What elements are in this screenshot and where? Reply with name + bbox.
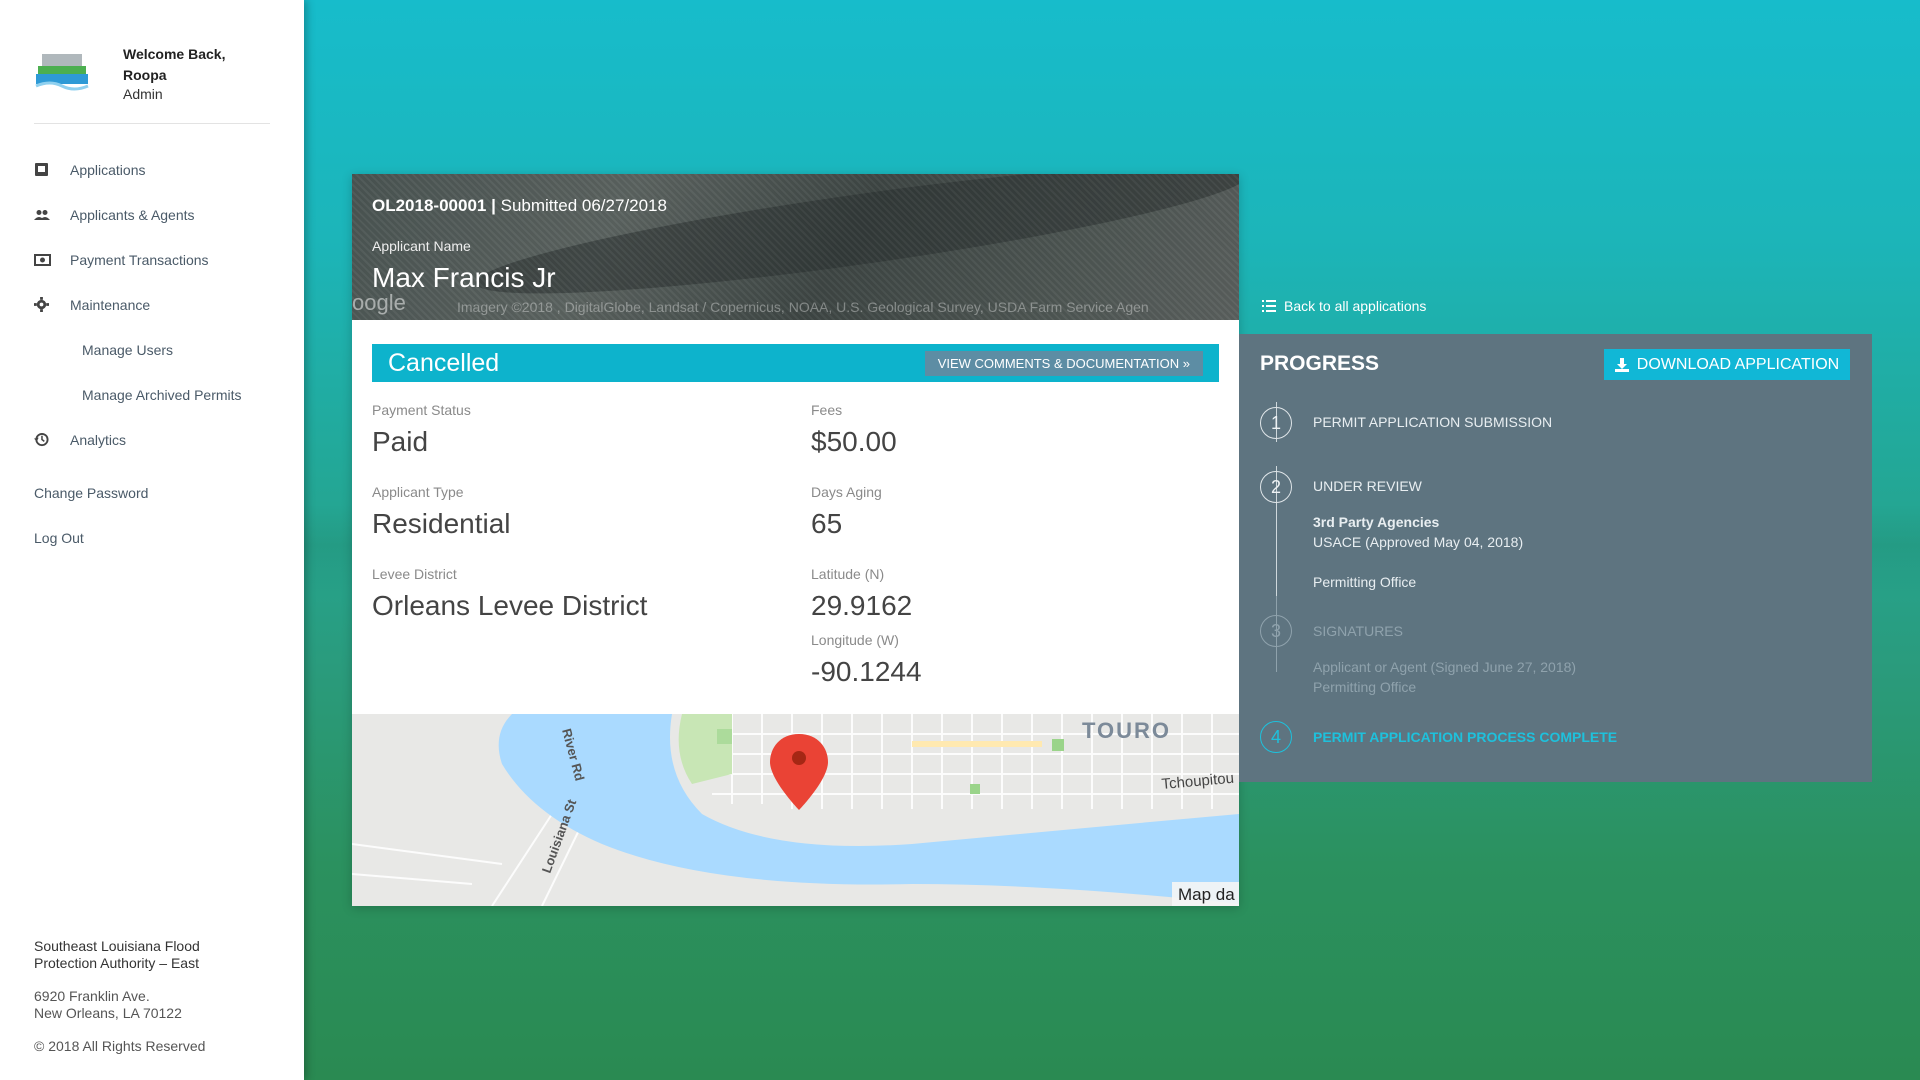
change-password-link[interactable]: Change Password <box>34 470 284 515</box>
field-label: Levee District <box>372 566 457 582</box>
welcome-text: Welcome Back, Roopa <box>123 44 225 86</box>
user-name: Roopa <box>123 67 167 83</box>
step-2-usace: USACE (Approved May 04, 2018) <box>1313 534 1524 550</box>
sidebar: Welcome Back, Roopa Admin Applications A… <box>0 0 304 1080</box>
step-3-title: SIGNATURES <box>1313 623 1403 639</box>
applicant-name-label: Applicant Name <box>372 238 471 254</box>
id-separator: | <box>491 196 496 215</box>
field-label: Longitude (W) <box>811 632 899 648</box>
step-2-subtitle: 3rd Party Agencies <box>1313 514 1440 530</box>
fees-field: Fees $50.00 <box>811 402 897 458</box>
step-4-circle: 4 <box>1260 721 1292 753</box>
field-value: 29.9162 <box>811 590 913 621</box>
step-1-circle: 1 <box>1260 407 1292 439</box>
field-value: -90.1244 <box>811 656 922 687</box>
organization-logo <box>35 54 89 91</box>
submitted-date: Submitted 06/27/2018 <box>500 196 667 215</box>
days-aging-field: Days Aging 65 <box>811 484 882 540</box>
latitude-field: Latitude (N) 29.9162 <box>811 566 912 622</box>
address-line2: New Orleans, LA 70122 <box>34 1005 182 1021</box>
nav-manage-archived-permits[interactable]: Manage Archived Permits <box>34 372 284 417</box>
logout-link[interactable]: Log Out <box>34 515 284 560</box>
nav-applications[interactable]: Applications <box>34 147 284 192</box>
nav-payment-transactions[interactable]: Payment Transactions <box>34 237 284 282</box>
field-label: Latitude (N) <box>811 566 885 582</box>
application-status: Cancelled <box>388 349 500 377</box>
progress-panel: PROGRESS DOWNLOAD APPLICATION 1 PERMIT A… <box>1239 334 1872 782</box>
back-to-applications-link[interactable]: Back to all applications <box>1262 298 1426 314</box>
user-role: Admin <box>123 86 163 102</box>
download-label: DOWNLOAD APPLICATION <box>1636 355 1840 373</box>
satellite-header: oogle Imagery ©2018 , DigitalGlobe, Land… <box>352 174 1239 320</box>
field-value: $50.00 <box>811 426 897 457</box>
step-3-circle: 3 <box>1260 615 1292 647</box>
nav-analytics[interactable]: Analytics <box>34 417 284 462</box>
nav-applicants-agents[interactable]: Applicants & Agents <box>34 192 284 237</box>
field-value: Residential <box>372 508 511 539</box>
copyright: © 2018 All Rights Reserved <box>34 1038 206 1054</box>
download-application-button[interactable]: DOWNLOAD APPLICATION <box>1604 349 1850 380</box>
step-4-title: PERMIT APPLICATION PROCESS COMPLETE <box>1313 729 1618 745</box>
nav-label: Maintenance <box>70 296 151 313</box>
application-id: OL2018-00001 <box>372 196 487 215</box>
step-2-permitting-office: Permitting Office <box>1313 574 1417 590</box>
progress-title: PROGRESS <box>1260 352 1380 375</box>
step-2-circle: 2 <box>1260 471 1292 503</box>
download-icon <box>1614 357 1629 372</box>
field-label: Payment Status <box>372 402 471 418</box>
field-value: Paid <box>372 426 429 457</box>
money-icon <box>34 253 70 266</box>
applicant-type-field: Applicant Type Residential <box>372 484 511 540</box>
field-value: 65 <box>811 508 843 539</box>
sidebar-footer: Southeast Louisiana Flood Protection Aut… <box>34 938 284 1055</box>
address-line1: 6920 Franklin Ave. <box>34 988 150 1004</box>
field-label: Days Aging <box>811 484 882 500</box>
nav-label: Applications <box>70 161 146 178</box>
nav-label: Payment Transactions <box>70 251 209 268</box>
view-comments-button[interactable]: VIEW COMMENTS & DOCUMENTATION » <box>924 351 1203 376</box>
map-credit: Map da <box>1178 885 1235 904</box>
nav-manage-users[interactable]: Manage Users <box>34 327 284 372</box>
application-id-line: OL2018-00001 | Submitted 06/27/2018 <box>372 196 667 216</box>
user-block: Welcome Back, Roopa Admin <box>34 44 270 124</box>
step-3-permitting-office: Permitting Office <box>1313 679 1417 695</box>
org-name-line2: Protection Authority – East <box>34 955 199 971</box>
users-icon <box>34 209 70 221</box>
application-card: oogle Imagery ©2018 , DigitalGlobe, Land… <box>352 174 1239 906</box>
nav-maintenance[interactable]: Maintenance <box>34 282 284 327</box>
org-address: 6920 Franklin Ave. New Orleans, LA 70122 <box>34 988 284 1022</box>
map-label-touro: TOURO <box>1082 718 1171 743</box>
applications-icon <box>34 162 70 177</box>
gear-icon <box>34 297 70 312</box>
org-name-line1: Southeast Louisiana Flood <box>34 938 200 954</box>
imagery-credit: Imagery ©2018 , DigitalGlobe, Landsat / … <box>457 299 1149 315</box>
field-label: Fees <box>811 402 843 418</box>
nav-label: Analytics <box>70 431 127 448</box>
step-2-title: UNDER REVIEW <box>1313 478 1422 494</box>
welcome-line: Welcome Back, <box>123 46 226 62</box>
step-1-title: PERMIT APPLICATION SUBMISSION <box>1313 414 1553 430</box>
nav-label: Applicants & Agents <box>70 206 195 223</box>
status-bar: Cancelled VIEW COMMENTS & DOCUMENTATION … <box>372 344 1219 382</box>
levee-district-field: Levee District Orleans Levee District <box>372 566 647 622</box>
step-3-applicant: Applicant or Agent (Signed June 27, 2018… <box>1313 659 1577 675</box>
sidebar-nav: Applications Applicants & Agents Payment… <box>34 147 284 462</box>
longitude-field: Longitude (W) -90.1244 <box>811 632 922 688</box>
map-canvas: TOURO Tchoupitou River Rd Louisiana St M… <box>352 714 1239 906</box>
field-value: Orleans Levee District <box>372 590 648 621</box>
payment-status-field: Payment Status Paid <box>372 402 471 458</box>
applicant-name: Max Francis Jr <box>372 262 556 293</box>
field-label: Applicant Type <box>372 484 464 500</box>
history-icon <box>34 432 70 447</box>
back-link-label: Back to all applications <box>1284 298 1427 314</box>
list-icon <box>1262 300 1276 312</box>
location-map[interactable]: TOURO Tchoupitou River Rd Louisiana St M… <box>352 714 1239 906</box>
